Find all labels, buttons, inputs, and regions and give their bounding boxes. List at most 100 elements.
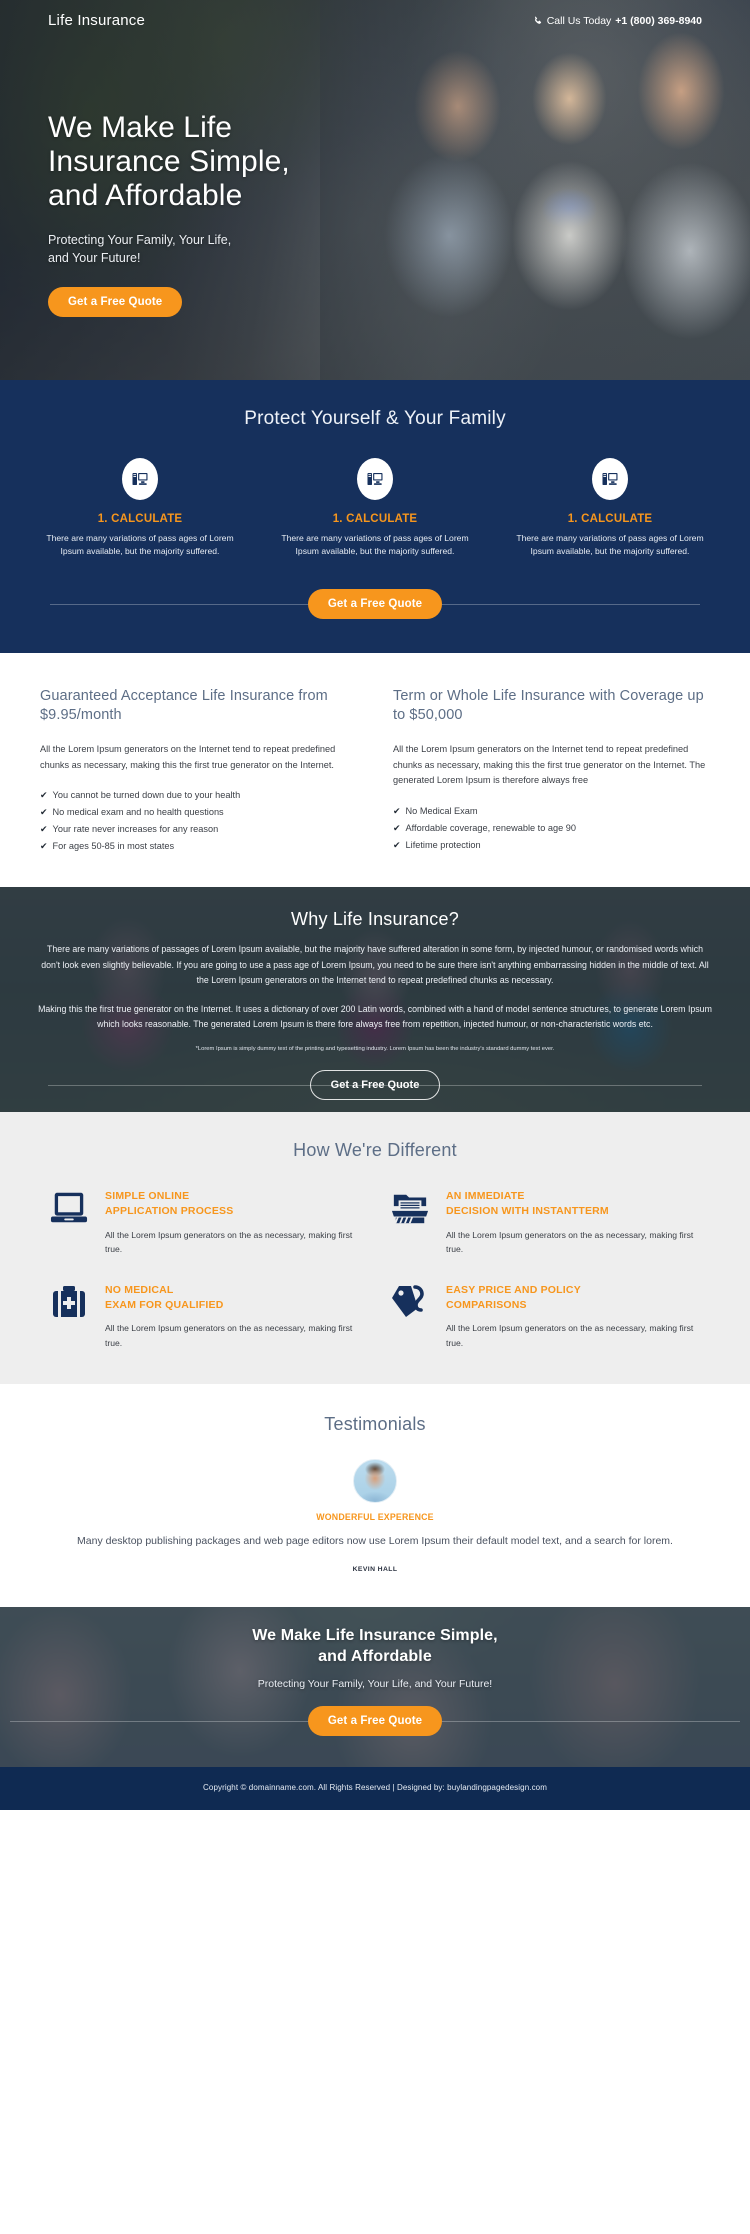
list-item: ✔ Lifetime protection [393,837,710,854]
bottom-get-quote-button[interactable]: Get a Free Quote [307,1705,443,1736]
feature-text: All the Lorem Ipsum generators on the as… [446,1323,694,1348]
check-icon: ✔ [393,806,401,817]
feature-text: All the Lorem Ipsum generators on the as… [105,1323,353,1348]
plan-right-paragraph: All the Lorem Ipsum generators on the In… [393,743,706,786]
list-item-label: No Medical Exam [405,806,478,817]
feature-title-line-2: COMPARISONS [446,1298,527,1311]
feature-item: EASY PRICE AND POLICY COMPARISONS All th… [387,1283,704,1350]
hero-get-quote-button[interactable]: Get a Free Quote [48,286,183,317]
feature-item: NO MEDICAL EXAM FOR QUALIFIED All the Lo… [46,1283,363,1350]
feature-item: AN IMMEDIATE DECISION WITH INSTANTTERM A… [387,1189,704,1256]
bottom-cta-subtitle: Protecting Your Family, Your Life, and Y… [257,1677,493,1690]
feature-title: AN IMMEDIATE DECISION WITH INSTANTTERM [446,1189,704,1219]
different-section-title: How We're Different [293,1140,457,1161]
list-item-label: You cannot be turned down due to your he… [52,790,241,801]
protect-card-text: There are many variations of pass ages o… [281,533,469,557]
hero-title-line-3: and Affordable [48,178,243,212]
footer: Copyright © domainname.com. All Rights R… [0,1766,750,1810]
why-cta-divider: Get a Free Quote [38,1070,712,1101]
check-icon: ✔ [40,790,48,801]
hero-subtitle-line-2: and Your Future! [48,250,141,265]
list-item: ✔ No Medical Exam [393,803,710,820]
protect-cards: 1. CALCULATE There are many variations o… [40,458,710,559]
computer-icon [592,458,628,500]
protect-card: 1. CALCULATE There are many variations o… [510,458,710,559]
testimonial-author: KEVIN HALL [352,1565,398,1573]
bottom-title-line-1: We Make Life Insurance Simple, [252,1626,498,1644]
why-section-title: Why Life Insurance? [291,909,459,930]
medical-kit-icon [46,1283,92,1350]
feature-title-line-2: EXAM FOR QUALIFIED [105,1298,224,1311]
price-tag-icon [387,1283,433,1350]
why-get-quote-button[interactable]: Get a Free Quote [309,1070,441,1101]
testimonials-section: Testimonials WONDERFUL EXPERENCE Many de… [0,1383,750,1607]
page-title: We Make Life Insurance Simple, and Affor… [48,111,702,213]
check-icon: ✔ [40,824,48,835]
hero-title-line-1: We Make Life [48,111,233,144]
list-item: ✔ Affordable coverage, renewable to age 9… [393,820,710,837]
call-us-block[interactable]: Call Us Today +1 (800) 369-8940 [533,15,702,27]
feature-title-line-2: APPLICATION PROCESS [105,1205,234,1218]
feature-title-line-1: SIMPLE ONLINE [105,1190,190,1203]
testimonial-headline: WONDERFUL EXPERENCE [316,1511,434,1522]
computer-icon [357,458,393,500]
hero-title-line-2: Insurance Simple, [48,144,290,178]
plan-left-paragraph: All the Lorem Ipsum generators on the In… [40,743,336,770]
testimonials-section-title: Testimonials [324,1413,426,1434]
check-icon: ✔ [40,841,48,852]
brand-logo[interactable]: Life Insurance [48,12,145,29]
bottom-cta-content: We Make Life Insurance Simple, and Affor… [0,1607,750,1736]
avatar [353,1458,397,1503]
different-section: How We're Different SIMPLE ONLINE APPLIC… [0,1112,750,1384]
plan-right-heading: Term or Whole Life Insurance with Covera… [393,687,704,724]
feature-title: NO MEDICAL EXAM FOR QUALIFIED [105,1283,363,1313]
plan-left-heading: Guaranteed Acceptance Life Insurance fro… [40,687,328,724]
feature-text: All the Lorem Ipsum generators on the as… [446,1230,694,1255]
testimonial-quote: Many desktop publishing packages and web… [77,1534,673,1547]
why-section: Why Life Insurance? There are many varia… [0,887,750,1113]
bottom-cta-title: We Make Life Insurance Simple, and Affor… [0,1625,750,1668]
protect-get-quote-button[interactable]: Get a Free Quote [307,588,443,619]
hero-section: Life Insurance Call Us Today +1 (800) 36… [0,0,750,380]
why-paragraph-2: Making this the first true generator on … [38,1003,712,1029]
protect-card: 1. CALCULATE There are many variations o… [40,458,240,559]
check-icon: ✔ [393,840,401,851]
feature-title-line-1: AN IMMEDIATE [446,1190,525,1203]
feature-item: SIMPLE ONLINE APPLICATION PROCESS All th… [46,1189,363,1256]
list-item-label: Your rate never increases for any reason [52,824,219,835]
feature-text: All the Lorem Ipsum generators on the as… [105,1230,353,1255]
list-item-label: No medical exam and no health questions [52,807,224,818]
plan-left-bullets: ✔ You cannot be turned down due to your h… [40,787,357,855]
protect-card-title: 1. CALCULATE [567,513,653,525]
feature-body: EASY PRICE AND POLICY COMPARISONS All th… [446,1283,704,1350]
protect-card-title: 1. CALCULATE [332,513,418,525]
landing-page: Life Insurance Call Us Today +1 (800) 36… [0,0,750,1810]
footer-copyright: Copyright © domainname.com. All Rights R… [203,1782,547,1792]
list-item-label: Lifetime protection [405,840,481,851]
protect-card-text: There are many variations of pass ages o… [516,533,704,557]
list-item: ✔ For ages 50-85 in most states [40,838,357,855]
bottom-cta-divider: Get a Free Quote [0,1705,750,1736]
feature-grid: SIMPLE ONLINE APPLICATION PROCESS All th… [46,1189,704,1349]
feature-body: NO MEDICAL EXAM FOR QUALIFIED All the Lo… [105,1283,363,1350]
plans-section: Guaranteed Acceptance Life Insurance fro… [0,652,750,888]
protect-cta-divider: Get a Free Quote [40,588,710,619]
phone-icon [533,16,543,26]
feature-body: SIMPLE ONLINE APPLICATION PROCESS All th… [105,1189,363,1256]
folder-icon [387,1189,433,1256]
list-item: ✔ Your rate never increases for any reaso… [40,821,357,838]
computer-icon [122,458,158,500]
feature-title-line-2: DECISION WITH INSTANTTERM [446,1205,609,1218]
feature-title: SIMPLE ONLINE APPLICATION PROCESS [105,1189,363,1219]
feature-title: EASY PRICE AND POLICY COMPARISONS [446,1283,704,1313]
protect-card-title: 1. CALCULATE [97,513,183,525]
bottom-title-line-2: and Affordable [318,1648,432,1666]
plan-right-bullets: ✔ No Medical Exam ✔ Affordable coverage, r… [393,803,710,854]
protect-card: 1. CALCULATE There are many variations o… [275,458,475,559]
feature-title-line-1: NO MEDICAL [105,1283,174,1296]
feature-body: AN IMMEDIATE DECISION WITH INSTANTTERM A… [446,1189,704,1256]
why-paragraph-1: There are many variations of passages of… [41,944,709,985]
phone-number[interactable]: +1 (800) 369-8940 [615,15,702,27]
plan-column-left: Guaranteed Acceptance Life Insurance fro… [40,687,357,856]
list-item: ✔ No medical exam and no health questions [40,804,357,821]
